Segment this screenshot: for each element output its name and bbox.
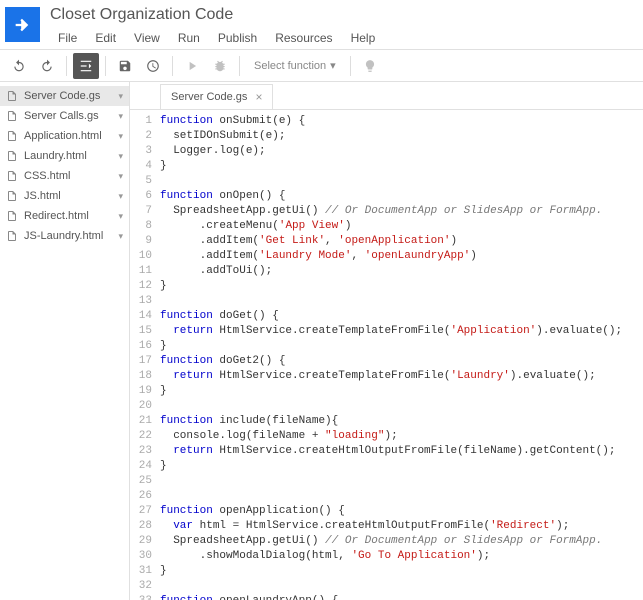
tab-label: Server Code.gs xyxy=(171,91,247,103)
file-name: Laundry.html xyxy=(24,150,118,162)
file-item[interactable]: Server Code.gs▾ xyxy=(0,86,129,106)
tab-bar: Server Code.gs × xyxy=(130,82,643,110)
triggers-button[interactable] xyxy=(140,53,166,79)
main-area: Server Code.gs▾Server Calls.gs▾Applicati… xyxy=(0,82,643,600)
select-function-dropdown[interactable]: Select function▾ xyxy=(246,59,344,72)
separator xyxy=(239,56,240,76)
chevron-down-icon[interactable]: ▾ xyxy=(118,211,123,222)
file-item[interactable]: CSS.html▾ xyxy=(0,166,129,186)
chevron-down-icon: ▾ xyxy=(330,59,336,72)
file-name: JS.html xyxy=(24,190,118,202)
menu-edit[interactable]: Edit xyxy=(87,28,124,48)
save-button[interactable] xyxy=(112,53,138,79)
file-name: Server Calls.gs xyxy=(24,110,118,122)
chevron-down-icon[interactable]: ▾ xyxy=(118,171,123,182)
line-gutter: 1234567891011121314151617181920212223242… xyxy=(130,110,160,600)
code-content[interactable]: function onSubmit(e) { setIDOnSubmit(e);… xyxy=(160,110,643,600)
file-sidebar: Server Code.gs▾Server Calls.gs▾Applicati… xyxy=(0,82,130,600)
project-title[interactable]: Closet Organization Code xyxy=(50,2,383,28)
close-icon[interactable]: × xyxy=(255,90,262,104)
file-icon xyxy=(6,130,18,142)
run-button[interactable] xyxy=(179,53,205,79)
file-icon xyxy=(6,210,18,222)
undo-button[interactable] xyxy=(6,53,32,79)
chevron-down-icon[interactable]: ▾ xyxy=(118,231,123,242)
file-item[interactable]: Application.html▾ xyxy=(0,126,129,146)
menu-view[interactable]: View xyxy=(126,28,168,48)
file-item[interactable]: JS.html▾ xyxy=(0,186,129,206)
chevron-down-icon[interactable]: ▾ xyxy=(118,111,123,122)
file-icon xyxy=(6,150,18,162)
file-name: Server Code.gs xyxy=(24,90,118,102)
chevron-down-icon[interactable]: ▾ xyxy=(118,191,123,202)
file-item[interactable]: Laundry.html▾ xyxy=(0,146,129,166)
menu-run[interactable]: Run xyxy=(170,28,208,48)
indent-button[interactable] xyxy=(73,53,99,79)
chevron-down-icon[interactable]: ▾ xyxy=(118,151,123,162)
file-item[interactable]: Server Calls.gs▾ xyxy=(0,106,129,126)
file-name: JS-Laundry.html xyxy=(24,230,118,242)
separator xyxy=(66,56,67,76)
tab-server-code[interactable]: Server Code.gs × xyxy=(160,84,273,109)
apps-script-logo[interactable] xyxy=(5,7,40,42)
redo-button[interactable] xyxy=(34,53,60,79)
file-item[interactable]: Redirect.html▾ xyxy=(0,206,129,226)
separator xyxy=(105,56,106,76)
file-icon xyxy=(6,90,18,102)
code-editor[interactable]: 1234567891011121314151617181920212223242… xyxy=(130,110,643,600)
file-icon xyxy=(6,170,18,182)
menu-bar: FileEditViewRunPublishResourcesHelp xyxy=(50,28,383,48)
file-item[interactable]: JS-Laundry.html▾ xyxy=(0,226,129,246)
menu-help[interactable]: Help xyxy=(343,28,384,48)
editor: Server Code.gs × 12345678910111213141516… xyxy=(130,82,643,600)
file-icon xyxy=(6,230,18,242)
file-icon xyxy=(6,110,18,122)
menu-resources[interactable]: Resources xyxy=(267,28,340,48)
toolbar: Select function▾ xyxy=(0,50,643,82)
file-name: CSS.html xyxy=(24,170,118,182)
menu-file[interactable]: File xyxy=(50,28,85,48)
lightbulb-button[interactable] xyxy=(357,53,383,79)
file-icon xyxy=(6,190,18,202)
file-name: Redirect.html xyxy=(24,210,118,222)
chevron-down-icon[interactable]: ▾ xyxy=(118,91,123,102)
separator xyxy=(172,56,173,76)
header: Closet Organization Code FileEditViewRun… xyxy=(0,0,643,50)
debug-button[interactable] xyxy=(207,53,233,79)
separator xyxy=(350,56,351,76)
file-name: Application.html xyxy=(24,130,118,142)
menu-publish[interactable]: Publish xyxy=(210,28,265,48)
chevron-down-icon[interactable]: ▾ xyxy=(118,131,123,142)
